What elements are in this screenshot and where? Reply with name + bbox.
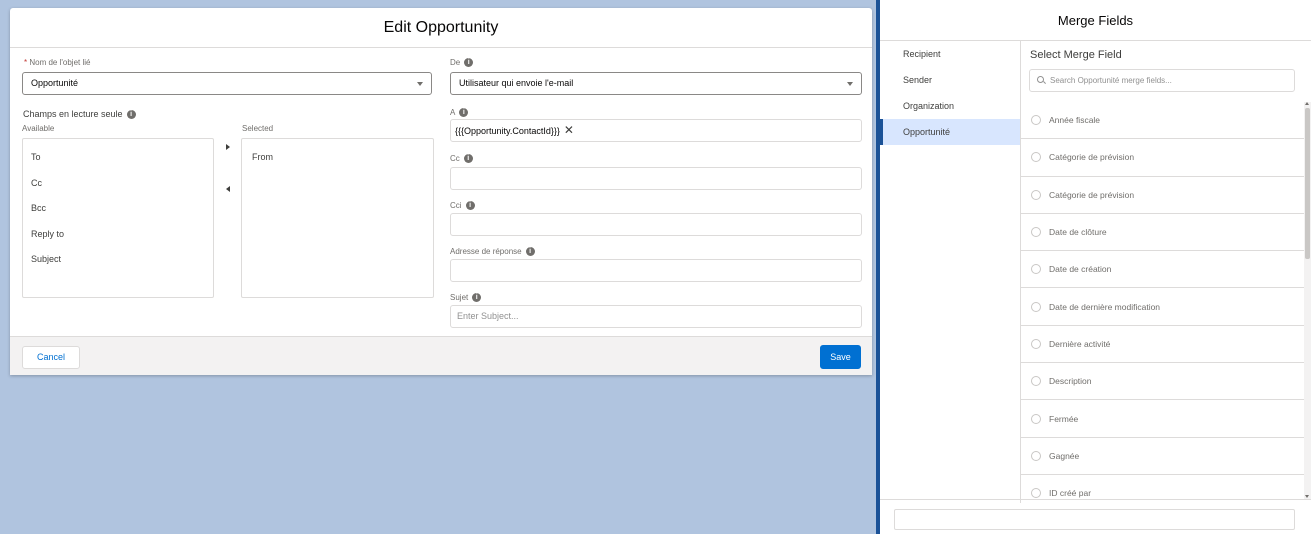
search-icon — [1037, 76, 1044, 83]
radio-button[interactable] — [1031, 301, 1041, 312]
merge-fields-panel: Merge Fields Recipient Sender Organizati… — [876, 0, 1311, 534]
from-select[interactable]: Utilisateur qui envoie l'e-mail — [450, 72, 862, 95]
merge-field-heading: Select Merge Field — [1030, 49, 1122, 61]
scroll-down-icon[interactable] — [1305, 495, 1309, 498]
radio-button[interactable] — [1031, 189, 1041, 200]
list-item[interactable]: Catégorie de prévision — [1021, 139, 1304, 177]
list-item[interactable]: Dernière activité — [1021, 326, 1304, 364]
radio-button[interactable] — [1031, 152, 1041, 163]
list-item[interactable]: Reply to — [23, 222, 213, 248]
scroll-up-icon[interactable] — [1305, 102, 1309, 105]
tab-opportunite[interactable]: Opportunité — [880, 119, 1020, 145]
info-icon[interactable]: i — [465, 201, 475, 211]
tab-recipient[interactable]: Recipient — [880, 41, 1020, 67]
chevron-down-icon — [417, 82, 423, 86]
list-item[interactable]: Date de création — [1021, 251, 1304, 289]
cc-label: Cc i — [450, 154, 473, 164]
selected-listbox[interactable]: From — [241, 138, 434, 298]
radio-button[interactable] — [1031, 264, 1041, 275]
divider — [880, 499, 1311, 500]
reply-to-field[interactable] — [450, 259, 862, 282]
list-item[interactable]: Catégorie de prévision — [1021, 177, 1304, 214]
merge-field-list: Année fiscale Catégorie de prévision Cat… — [1021, 102, 1304, 499]
selected-label: Selected — [242, 124, 274, 133]
chevron-down-icon — [847, 82, 853, 86]
list-item[interactable]: Subject — [23, 247, 213, 273]
radio-button[interactable] — [1031, 227, 1041, 238]
radio-button[interactable] — [1031, 413, 1041, 424]
close-icon[interactable]: ✕ — [564, 123, 574, 137]
radio-button[interactable] — [1031, 338, 1041, 349]
radio-button[interactable] — [1031, 450, 1041, 461]
move-right-icon[interactable] — [226, 144, 230, 150]
reply-to-label: Adresse de réponse i — [450, 247, 535, 257]
list-item[interactable]: Bcc — [23, 196, 213, 222]
bcc-label: Cci i — [450, 201, 475, 211]
subject-input[interactable]: Enter Subject... — [450, 305, 862, 328]
merge-field-output-input[interactable] — [894, 509, 1295, 530]
available-label: Available — [22, 124, 55, 133]
merge-field-search-input[interactable]: Search Opportunité merge fields... — [1029, 69, 1295, 92]
from-value: Utilisateur qui envoie l'e-mail — [459, 78, 574, 88]
tab-sender[interactable]: Sender — [880, 67, 1020, 93]
info-icon[interactable]: i — [472, 293, 482, 303]
bcc-field[interactable] — [450, 213, 862, 236]
list-item[interactable]: Gagnée — [1021, 438, 1304, 475]
info-icon[interactable]: i — [126, 110, 136, 120]
radio-button[interactable] — [1031, 376, 1041, 387]
radio-button[interactable] — [1031, 488, 1041, 499]
related-object-value: Opportunité — [31, 78, 79, 88]
save-button[interactable]: Save — [820, 345, 861, 369]
subject-label: Sujet i — [450, 293, 482, 303]
to-pill: {{{Opportunity.ContactId}}} — [455, 126, 560, 136]
list-item[interactable]: To — [23, 145, 213, 171]
list-item[interactable]: ID créé par — [1021, 475, 1304, 499]
list-item[interactable]: Date de clôture — [1021, 214, 1304, 252]
info-icon[interactable]: i — [463, 154, 473, 164]
scrollbar[interactable] — [1304, 102, 1311, 499]
move-left-icon[interactable] — [226, 186, 230, 192]
related-object-label: * Nom de l'objet lié — [24, 58, 91, 67]
list-item[interactable]: Date de dernière modification — [1021, 288, 1304, 326]
list-item[interactable]: Fermée — [1021, 400, 1304, 438]
modal-footer: Cancel Save — [10, 336, 872, 375]
list-item[interactable]: Année fiscale — [1021, 102, 1304, 140]
related-object-select[interactable]: Opportunité — [22, 72, 432, 95]
info-icon[interactable]: i — [464, 58, 474, 68]
available-listbox[interactable]: To Cc Bcc Reply to Subject — [22, 138, 214, 298]
modal-title: Edit Opportunity — [383, 18, 499, 36]
scrollbar-thumb[interactable] — [1305, 108, 1310, 259]
from-label: De i — [450, 58, 474, 68]
edit-opportunity-modal: Edit Opportunity * Nom de l'objet lié Op… — [10, 8, 872, 375]
panel-title: Merge Fields — [1057, 12, 1134, 28]
list-item[interactable]: Cc — [23, 171, 213, 197]
modal-body: * Nom de l'objet lié Opportunité Champs … — [10, 48, 872, 336]
cancel-button[interactable]: Cancel — [22, 346, 80, 369]
readonly-fields-label: Champs en lecture seule i — [23, 109, 136, 120]
tab-organization[interactable]: Organization — [880, 93, 1020, 119]
list-item[interactable]: From — [242, 145, 433, 171]
list-item[interactable]: Description — [1021, 363, 1304, 401]
modal-header: Edit Opportunity — [10, 8, 872, 48]
cc-field[interactable] — [450, 167, 862, 190]
to-label: Ai — [450, 108, 469, 118]
merge-source-tabs: Recipient Sender Organization Opportunit… — [880, 41, 1021, 503]
info-icon[interactable]: i — [459, 108, 469, 118]
radio-button[interactable] — [1031, 115, 1041, 126]
to-field[interactable]: {{{Opportunity.ContactId}}} ✕ — [450, 119, 862, 142]
info-icon[interactable]: i — [525, 247, 535, 257]
panel-header: Merge Fields — [880, 0, 1311, 41]
